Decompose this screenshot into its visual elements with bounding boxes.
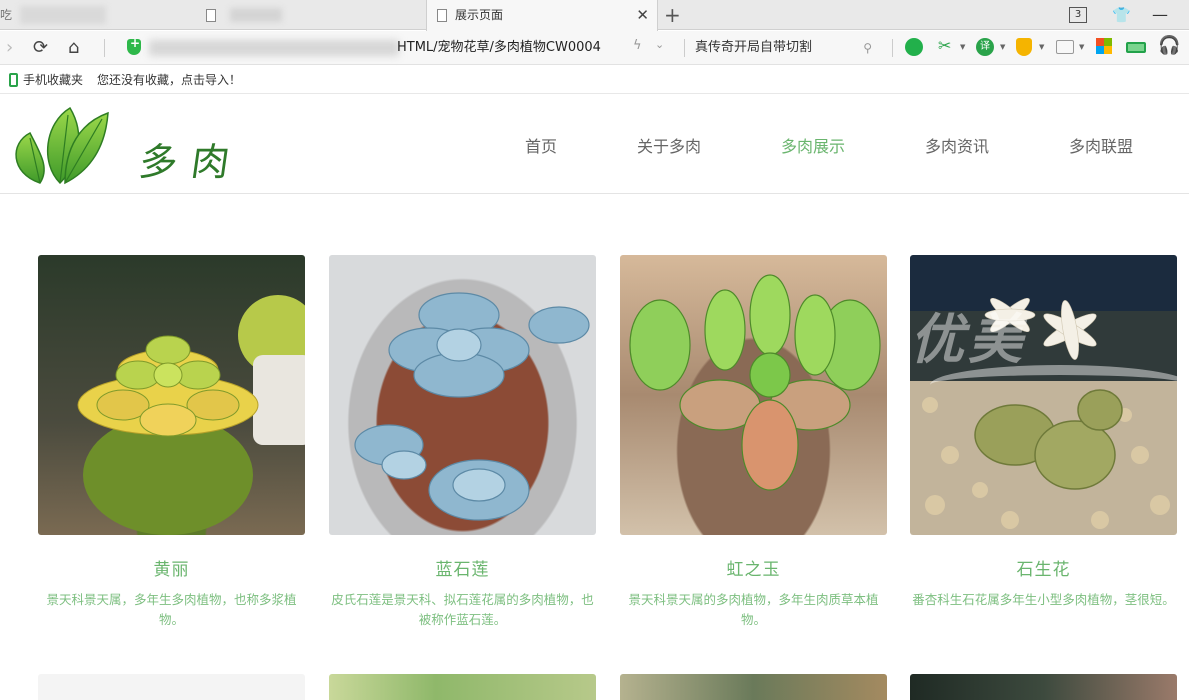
product-name[interactable]: 虹之玉: [620, 555, 887, 580]
search-icon[interactable]: ⚲: [863, 34, 872, 62]
logo-text: 多肉: [136, 140, 247, 184]
caret-icon[interactable]: ▼: [1039, 43, 1044, 51]
product-photo[interactable]: 优美: [910, 255, 1177, 535]
screenshot-scissors-icon[interactable]: ✂: [938, 37, 956, 55]
page-icon: [437, 9, 447, 22]
toolbar-divider: [684, 39, 685, 57]
watermark-arc: [930, 365, 1177, 405]
caret-icon[interactable]: ▼: [1000, 43, 1005, 51]
product-photo[interactable]: [329, 255, 596, 535]
security-shield-icon: [127, 36, 141, 55]
product-photo-row2[interactable]: [329, 674, 596, 700]
succulent-illustration: [354, 292, 590, 521]
site-header: 多肉 首页 关于多肉 多肉展示 多肉资讯 多肉联盟: [0, 95, 1189, 194]
image-icon[interactable]: [1056, 40, 1074, 54]
watermark-text: 优美: [910, 308, 1026, 371]
import-bookmarks-link[interactable]: 您还没有收藏，点击导入！: [97, 66, 241, 94]
nav-home[interactable]: 首页: [525, 133, 557, 157]
product-card[interactable]: 虹之玉 景天科景天属的多肉植物，多年生肉质草本植物。: [620, 255, 887, 630]
phone-icon: [9, 73, 18, 87]
blurred-url-prefix: [149, 40, 399, 56]
product-photo[interactable]: [38, 255, 305, 535]
battery-icon[interactable]: [1126, 42, 1146, 53]
browser-tab-2[interactable]: [200, 0, 425, 30]
new-tab-button[interactable]: +: [664, 2, 681, 28]
product-card[interactable]: 优美 石生花 番杏科生石花属多年生小型多肉植物，茎很短。: [910, 255, 1177, 610]
tab-count-badge[interactable]: 3: [1069, 7, 1087, 23]
chevron-down-icon[interactable]: ⌄: [655, 38, 664, 51]
close-tab-icon[interactable]: ✕: [636, 0, 649, 30]
product-card[interactable]: 黄丽 景天科景天属，多年生多肉植物，也称多浆植物。: [38, 255, 305, 630]
product-desc: 皮氏石莲是景天科、拟石莲花属的多肉植物，也被称作蓝石莲。: [331, 592, 594, 627]
product-name[interactable]: 蓝石莲: [329, 555, 596, 580]
nav-about[interactable]: 关于多肉: [637, 133, 701, 157]
blurred-tab-title: [20, 6, 106, 24]
url-text[interactable]: HTML/宠物花草/多肉植物CW0004: [397, 34, 615, 62]
succulent-illustration: [629, 274, 881, 491]
product-desc: 番杏科生石花属多年生小型多肉植物，茎很短。: [912, 592, 1175, 607]
browser-tab-active[interactable]: 展示页面 ✕: [426, 0, 658, 31]
browser-tab-1[interactable]: 吃: [0, 0, 200, 30]
product-name[interactable]: 石生花: [910, 555, 1177, 580]
home-icon[interactable]: ⌂: [68, 37, 79, 59]
nav-alliance[interactable]: 多肉联盟: [1069, 133, 1133, 157]
toolbar-divider: [104, 39, 105, 57]
tab-title: 展示页面: [455, 8, 504, 22]
product-name[interactable]: 黄丽: [38, 555, 305, 580]
search-text[interactable]: 真传奇开局自带切割: [695, 40, 812, 55]
page-icon: [206, 9, 216, 22]
speed-mode-icon[interactable]: ϟ: [633, 38, 642, 53]
caret-icon[interactable]: ▼: [1079, 43, 1084, 51]
toolbar-divider: [892, 39, 893, 57]
minimize-button[interactable]: —: [1152, 0, 1168, 30]
leaf-logo-icon: [15, 106, 109, 185]
blurred-tab-title: [230, 8, 282, 22]
address-bar[interactable]: HTML/宠物花草/多肉植物CW0004 ϟ ⌄: [115, 34, 677, 62]
product-desc: 景天科景天属，多年生多肉植物，也称多浆植物。: [46, 592, 297, 627]
product-photo-row2[interactable]: [910, 674, 1177, 700]
caret-icon[interactable]: ▼: [960, 43, 965, 51]
chat-extension-icon[interactable]: [905, 38, 923, 56]
skin-icon[interactable]: 👕: [1112, 0, 1131, 30]
forward-icon[interactable]: ›: [6, 37, 13, 59]
reload-icon[interactable]: ⟳: [33, 37, 48, 59]
browser-toolbar: › ⟳ ⌂ HTML/宠物花草/多肉植物CW0004 ϟ ⌄ 真传奇开局自带切割…: [0, 31, 1189, 65]
search-box[interactable]: 真传奇开局自带切割 ⚲: [695, 34, 880, 62]
product-photo-row2[interactable]: [38, 674, 305, 700]
product-desc: 景天科景天属的多肉植物，多年生肉质草本植物。: [628, 592, 879, 627]
product-photo[interactable]: [620, 255, 887, 535]
product-card[interactable]: 蓝石莲 皮氏石莲是景天科、拟石莲花属的多肉植物，也被称作蓝石莲。: [329, 255, 596, 630]
headphones-icon[interactable]: 🎧: [1158, 35, 1180, 56]
succulent-illustration: [77, 295, 305, 535]
nav-news[interactable]: 多肉资讯: [925, 133, 989, 157]
apps-grid-icon[interactable]: [1096, 38, 1112, 54]
site-logo[interactable]: 多肉: [10, 103, 250, 187]
translate-icon[interactable]: 译: [976, 38, 994, 56]
tab-label: 吃: [0, 8, 13, 22]
shield-extension-icon[interactable]: [1016, 38, 1032, 56]
product-photo-row2[interactable]: [620, 674, 887, 700]
browser-tab-bar: 吃 展示页面 ✕ + 3 👕 —: [0, 0, 1189, 31]
nav-showcase[interactable]: 多肉展示: [781, 133, 845, 157]
bookmarks-bar: 手机收藏夹 您还没有收藏，点击导入！: [0, 66, 1189, 94]
mobile-bookmarks-link[interactable]: 手机收藏夹: [23, 66, 83, 94]
